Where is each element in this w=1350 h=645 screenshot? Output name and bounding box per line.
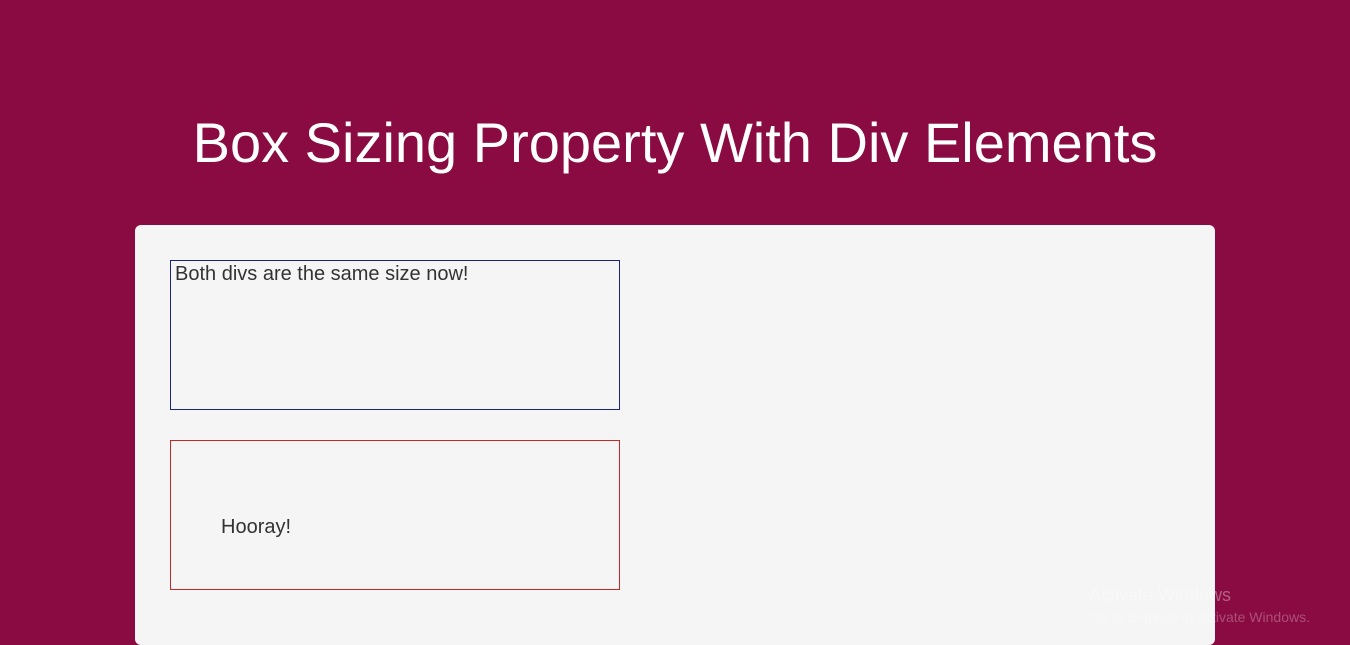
demo-box-red-text: Hooray! [221,516,291,538]
demo-box-blue: Both divs are the same size now! [170,260,620,410]
watermark-title: Activate Windows [1089,584,1310,607]
page-title: Box Sizing Property With Div Elements [0,0,1350,225]
windows-activation-watermark: Activate Windows Go to Settings to activ… [1089,584,1310,626]
watermark-subtitle: Go to Settings to activate Windows. [1089,608,1310,626]
content-card: Both divs are the same size now! Hooray! [135,225,1215,645]
demo-box-blue-text: Both divs are the same size now! [175,263,468,285]
demo-box-red: Hooray! [170,440,620,590]
